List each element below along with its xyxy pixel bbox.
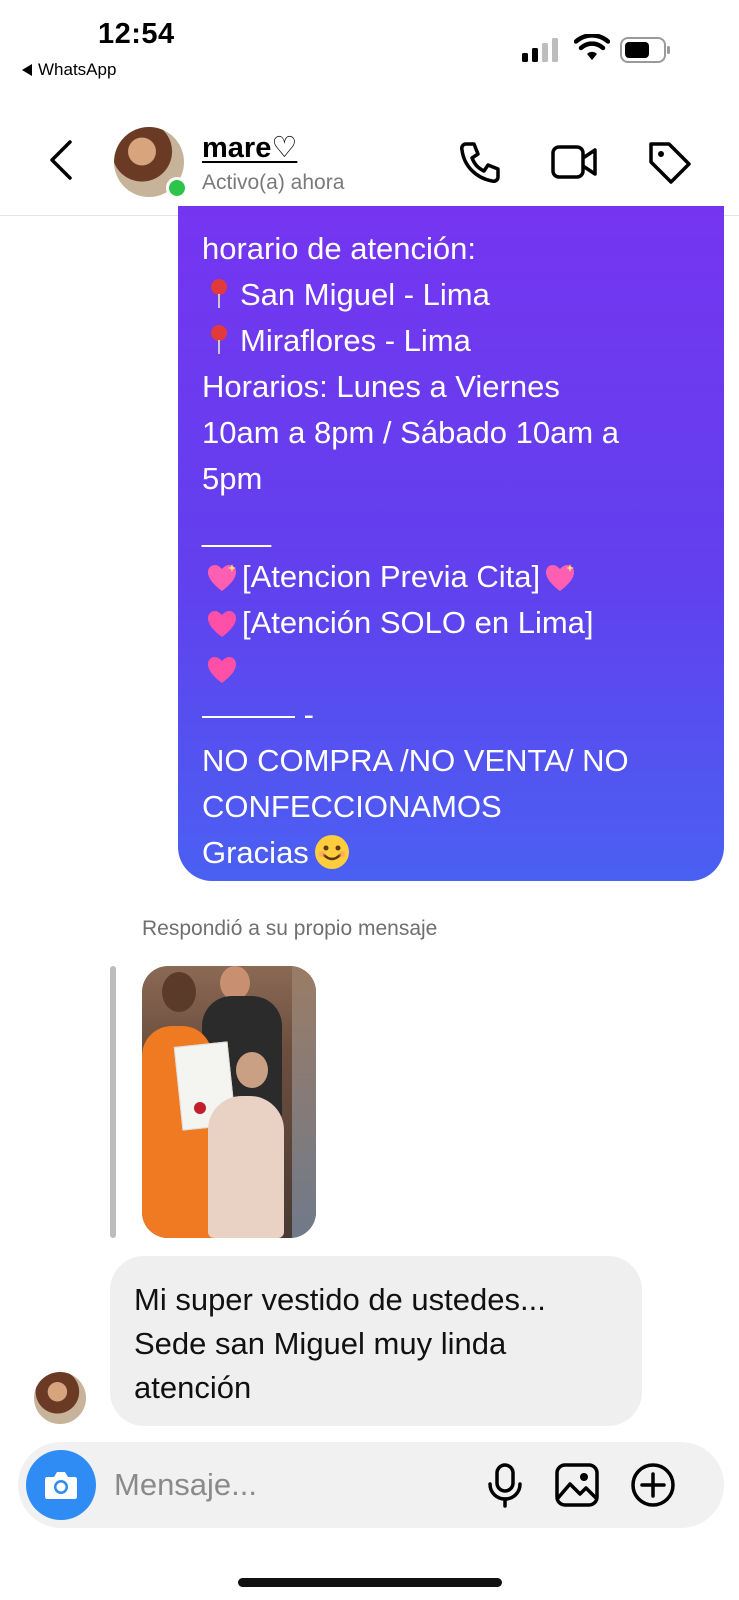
sent-line-no-sale: NO COMPRA /NO VENTA/ NO CONFECCIONAMOS <box>202 743 629 824</box>
sent-line-location-2: Miraflores - Lima <box>202 318 700 364</box>
sent-separator-1: ____ <box>202 513 271 548</box>
sent-message-bubble[interactable]: horario de atención: San Miguel - Lima M… <box>178 206 724 881</box>
sent-line-schedule: Horarios: Lunes a Viernes 10am a 8pm / S… <box>202 369 620 496</box>
back-app-label: WhatsApp <box>38 60 117 79</box>
battery-icon <box>620 37 670 63</box>
beating-heart-icon <box>206 606 238 637</box>
plus-circle-icon[interactable] <box>630 1462 676 1508</box>
back-arrow-icon <box>22 64 32 76</box>
wifi-icon <box>574 34 610 60</box>
online-indicator <box>166 177 188 199</box>
smiling-face-icon <box>314 835 349 869</box>
round-pushpin-icon <box>210 325 228 355</box>
chevron-left-icon[interactable] <box>44 138 80 182</box>
status-time: 12:54 <box>98 18 175 50</box>
contact-name[interactable]: mare♡ <box>202 130 297 165</box>
camera-icon <box>45 1472 77 1499</box>
image-icon[interactable] <box>554 1462 600 1508</box>
reply-context-label: Respondió a su propio mensaje <box>142 917 438 940</box>
beating-heart-line <box>202 646 700 692</box>
sent-line-lima-only: [Atención SOLO en Lima] <box>202 600 700 646</box>
message-composer <box>18 1442 724 1528</box>
round-pushpin-icon <box>210 279 228 309</box>
reply-quote-bar <box>110 966 116 1238</box>
sent-separator-2: ——— - <box>202 697 314 732</box>
received-message-text: Mi super vestido de ustedes... Sede san … <box>134 1282 546 1405</box>
phone-icon[interactable] <box>456 138 504 186</box>
tag-icon[interactable] <box>645 138 693 186</box>
home-indicator[interactable] <box>238 1578 502 1587</box>
beating-heart-icon <box>206 652 238 683</box>
received-message-bubble[interactable]: Mi super vestido de ustedes... Sede san … <box>110 1256 642 1426</box>
contact-status: Activo(a) ahora <box>202 171 345 194</box>
sent-line-appointment: [Atencion Previa Cita] <box>202 554 700 600</box>
message-input[interactable] <box>114 1464 474 1506</box>
video-camera-icon[interactable] <box>550 138 598 186</box>
camera-button[interactable] <box>26 1450 96 1520</box>
status-bar: 12:54 WhatsApp <box>0 0 739 90</box>
contact-avatar[interactable] <box>114 127 188 199</box>
replied-photo[interactable] <box>142 966 316 1238</box>
sparkling-heart-icon <box>206 560 238 591</box>
microphone-icon[interactable] <box>482 1462 528 1508</box>
sender-avatar[interactable] <box>34 1372 86 1424</box>
sparkling-heart-icon <box>544 560 576 591</box>
cellular-signal-icon <box>522 38 558 62</box>
back-to-app-link[interactable]: WhatsApp <box>22 60 116 80</box>
sent-line-location-1: San Miguel - Lima <box>202 272 700 318</box>
sent-line-hours-title: horario de atención: <box>202 231 477 266</box>
chat-header: mare♡ Activo(a) ahora <box>0 118 739 216</box>
sent-line-thanks: Gracias <box>202 830 700 876</box>
